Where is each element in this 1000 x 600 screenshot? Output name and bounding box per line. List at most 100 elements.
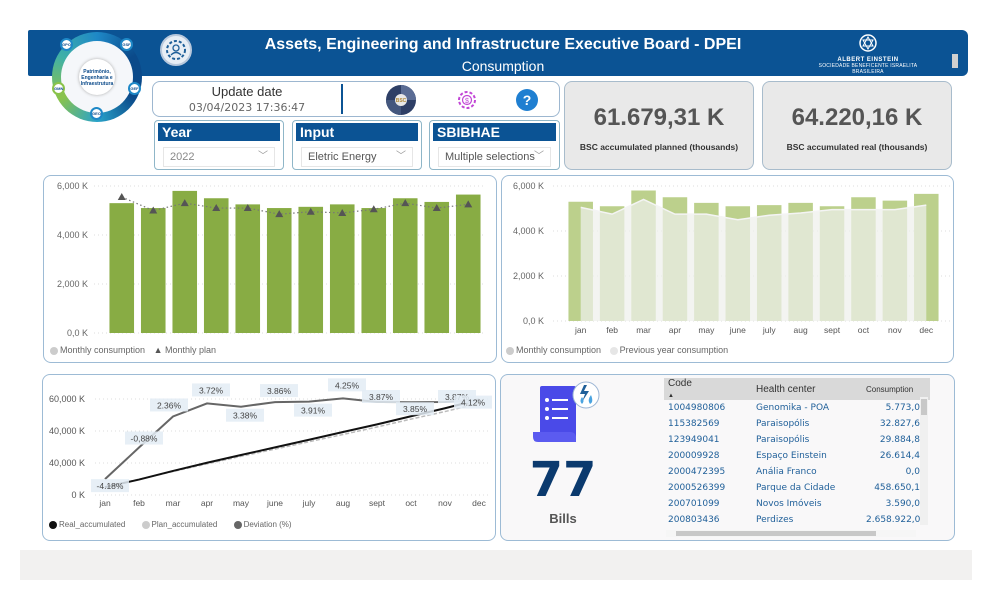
- deviation-label-feb: -0,88%: [131, 434, 158, 444]
- column-header-health-center[interactable]: Health center: [752, 378, 862, 400]
- chevron-down-icon: ﹀: [258, 151, 268, 162]
- x-tick-label: sept: [369, 498, 386, 508]
- x-tick-label: mar: [636, 325, 651, 335]
- scroll-handle[interactable]: [952, 54, 958, 68]
- help-icon[interactable]: ?: [515, 88, 539, 112]
- update-date-value: 03/04/2023 17:36:47: [188, 101, 306, 114]
- x-tick-label: oct: [858, 325, 870, 335]
- sbibhae-dropdown[interactable]: Multiple selections ﹀: [438, 147, 551, 167]
- y-tick-label: 6,000 K: [513, 181, 544, 191]
- bar-apr: [203, 198, 229, 333]
- y-tick-label: 0,0 K: [67, 328, 88, 338]
- monthly-vs-previous-year-svg: 0,0 K 2,000 K 4,000 K 6,000 K jan feb mar apr ma…: [513, 181, 952, 335]
- bar-feb: [140, 208, 166, 333]
- chart1-legend: Monthly consumption ▲ Monthly plan: [50, 345, 222, 355]
- x-tick-label: nov: [888, 325, 902, 335]
- cell-code: 123949041: [668, 435, 720, 445]
- bar-dec: [455, 194, 481, 333]
- money-gear-icon[interactable]: $: [455, 88, 479, 112]
- gear-user-icon: [166, 40, 186, 60]
- input-dropdown[interactable]: Eletric Energy ﹀: [301, 147, 413, 167]
- table-row[interactable]: 200009928 Espaço Einstein 26.614,4: [664, 448, 930, 464]
- update-date-label: Update date: [211, 84, 283, 99]
- kpi-real-label: BSC accumulated real (thousands): [786, 142, 928, 152]
- x-tick-label: june: [729, 325, 746, 335]
- logo-node: GEO: [90, 107, 103, 120]
- table-vertical-scrollbar[interactable]: [920, 397, 928, 525]
- table-row[interactable]: 200701099 Novos Imóveis 3.590,0: [664, 496, 930, 512]
- bills-count: 77: [529, 452, 597, 508]
- y-tick-label: 6,000 K: [57, 181, 88, 191]
- cell-health-center: Perdizes: [756, 515, 794, 525]
- table-horizontal-scrollbar[interactable]: [666, 530, 916, 537]
- monthly-vs-plan-svg: 0,0 K 2,000 K 4,000 K 6,000 K: [57, 181, 484, 338]
- column-header-code[interactable]: Code ▲: [664, 378, 752, 400]
- legend-previous-year[interactable]: Previous year consumption: [609, 345, 728, 355]
- legend-monthly-consumption[interactable]: Monthly consumption: [506, 345, 601, 355]
- table-row[interactable]: 1004980806 Genomika - POA 5.773,0: [664, 400, 930, 416]
- year-dropdown[interactable]: 2022 ﹀: [163, 147, 275, 167]
- y-tick-label: 0 K: [71, 490, 85, 500]
- table-row[interactable]: 115382569 Paraisopólis 32.827,6: [664, 416, 930, 432]
- deviation-label-sept: 3.87%: [369, 392, 394, 402]
- table-row[interactable]: 2000472395 Anália Franco 0,0: [664, 464, 930, 480]
- chart2-legend: Monthly consumption Previous year consum…: [506, 345, 734, 355]
- y-tick-label: 2,000 K: [57, 279, 88, 289]
- bar-aug: [329, 204, 355, 333]
- cell-code: 2000526399: [668, 483, 726, 493]
- deviation-label-jan: -4.18%: [97, 481, 124, 491]
- table-row[interactable]: 2000526399 Parque da Cidade 458.650,1: [664, 480, 930, 496]
- update-date-panel: Update date 03/04/2023 17:36:47 BSC $ ?: [152, 81, 560, 117]
- bar-may: [235, 204, 261, 333]
- legend-monthly-consumption[interactable]: Monthly consumption: [50, 345, 145, 355]
- kpi-planned-card: 61.679,31 K BSC accumulated planned (tho…: [564, 81, 754, 170]
- table-row[interactable]: 200803436 Perdizes 2.658.922,0: [664, 512, 930, 528]
- deviation-label-aug: 4.25%: [335, 380, 360, 390]
- cell-health-center: Paraisopólis: [756, 435, 810, 445]
- monthly-vs-previous-year-chart: 0,0 K 2,000 K 4,000 K 6,000 K jan feb mar apr ma…: [501, 175, 954, 363]
- x-tick-label: apr: [201, 498, 213, 508]
- x-tick-label: jan: [98, 498, 111, 508]
- cell-code: 115382569: [668, 419, 720, 429]
- year-slicer-title: Year: [158, 123, 280, 141]
- brand-subtitle: SOCIEDADE BENEFICENTE ISRAELITA BRASILEI…: [818, 63, 918, 75]
- sbibhae-slicer-title: SBIBHAE: [433, 123, 556, 141]
- y-tick-label: 40,000 K: [49, 458, 85, 468]
- legend-real-accumulated[interactable]: Real_accumulated: [49, 520, 125, 529]
- chevron-down-icon: ﹀: [396, 151, 406, 162]
- kpi-real-value: 64.220,16 K: [791, 104, 923, 131]
- svg-text:$: $: [465, 98, 469, 105]
- bar-jan: [109, 203, 135, 333]
- logo-node: GMN: [52, 82, 65, 95]
- x-tick-label: aug: [794, 325, 808, 335]
- accumulated-svg: 0 K 40,000 K 40,000 K 60,000 K jan feb mar apr m…: [49, 378, 492, 508]
- cell-health-center: Paraisopólis: [756, 419, 810, 429]
- cell-health-center: Anália Franco: [756, 467, 817, 477]
- y-tick-label: 40,000 K: [49, 426, 85, 436]
- bsc-cycle-icon[interactable]: BSC: [385, 84, 417, 116]
- legend-plan-accumulated[interactable]: Plan_accumulated: [141, 520, 217, 529]
- y-tick-label: 2,000 K: [513, 271, 544, 281]
- x-tick-label: july: [762, 325, 777, 335]
- cell-code: 200803436: [668, 515, 720, 525]
- legend-monthly-plan[interactable]: ▲ Monthly plan: [154, 345, 216, 355]
- logo-node: GEF: [128, 82, 141, 95]
- legend-deviation[interactable]: Deviation (%): [233, 520, 292, 529]
- x-tick-label: dec: [919, 325, 933, 335]
- x-tick-label: july: [302, 498, 317, 508]
- bar-june: [266, 208, 292, 333]
- input-selected: Eletric Energy: [308, 151, 377, 163]
- table-row[interactable]: 123949041 Paraisopólis 29.884,8: [664, 432, 930, 448]
- chart3-legend: Real_accumulated Plan_accumulated Deviat…: [49, 520, 298, 529]
- input-slicer-title: Input: [296, 123, 418, 141]
- x-tick-label: mar: [166, 498, 181, 508]
- deviation-label-june: 3.86%: [267, 386, 292, 396]
- x-tick-label: may: [233, 498, 250, 508]
- settings-user-button[interactable]: [160, 34, 192, 66]
- chevron-down-icon: ﹀: [534, 151, 544, 162]
- plan-marker-jan: [117, 193, 126, 201]
- x-tick-label: feb: [606, 325, 618, 335]
- year-selected: 2022: [170, 151, 195, 163]
- star-of-david-icon: [859, 34, 877, 52]
- x-tick-label: june: [266, 498, 283, 508]
